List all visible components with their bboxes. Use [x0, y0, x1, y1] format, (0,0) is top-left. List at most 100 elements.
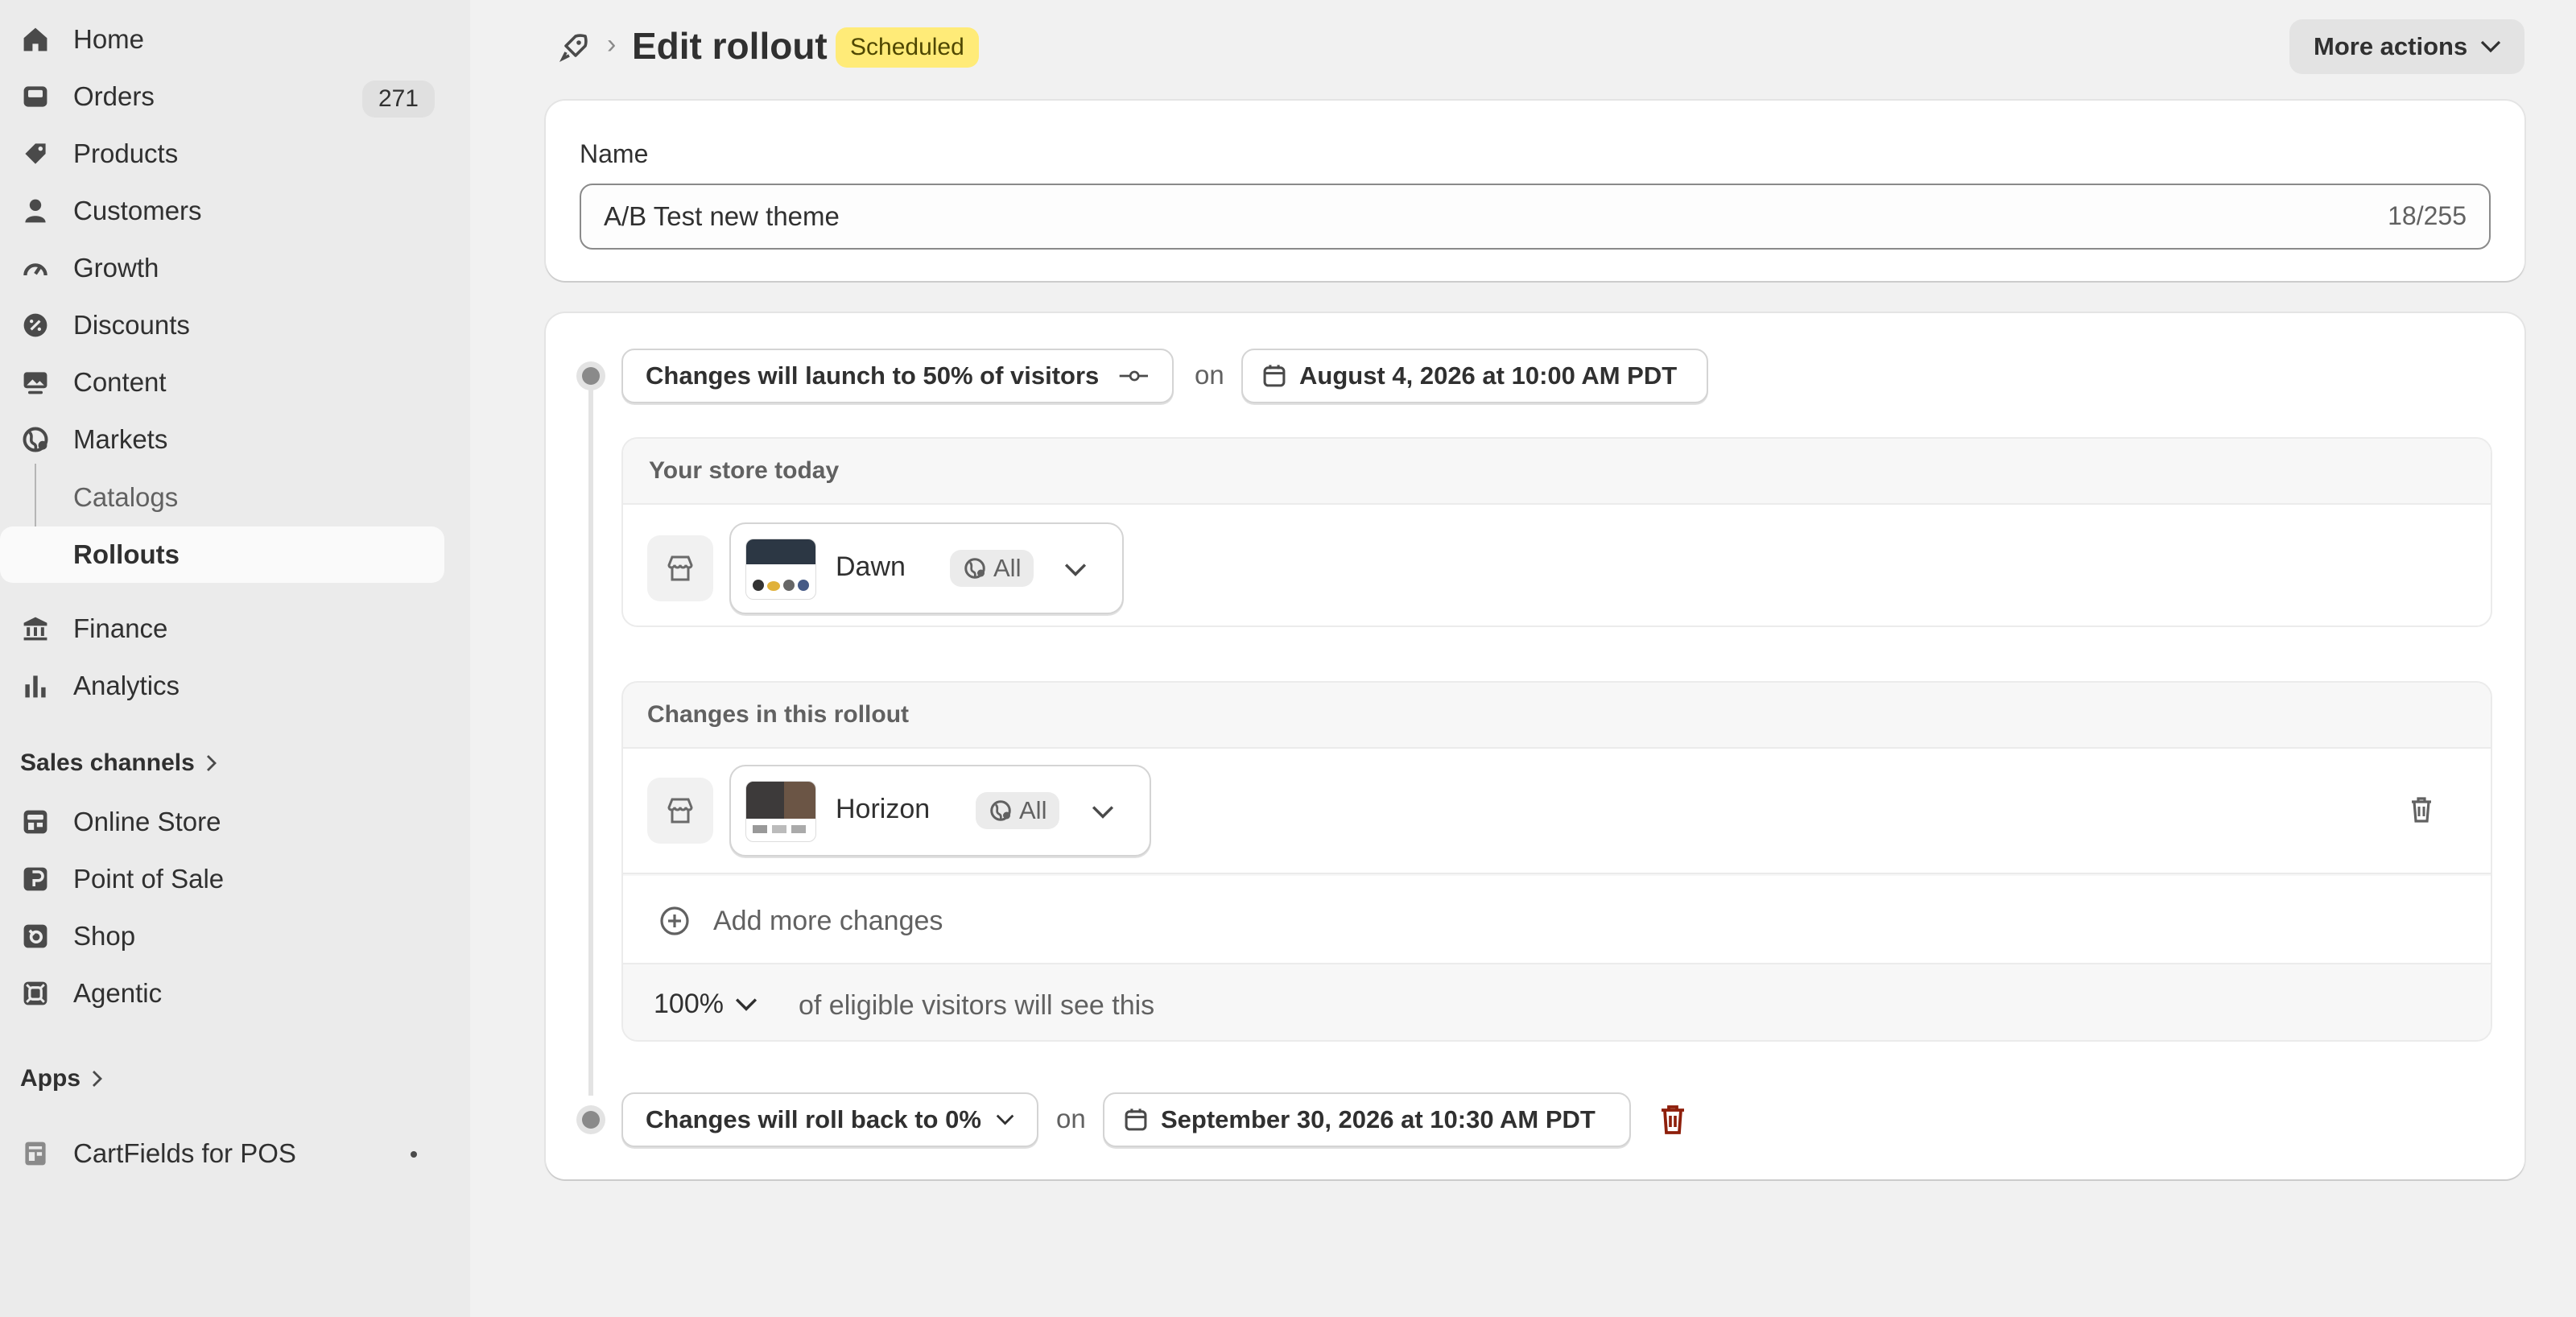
sidebar-item-label: Rollouts: [73, 539, 180, 569]
new-theme-name: Horizon: [836, 794, 931, 824]
timeline-line: [588, 374, 593, 1096]
inbox-icon: [23, 86, 47, 107]
sidebar-item-finance[interactable]: Finance: [0, 601, 444, 657]
shop-icon: [23, 924, 47, 948]
sales-channels-heading[interactable]: Sales channels: [20, 749, 217, 777]
store-today-header: Your store today: [623, 439, 2491, 505]
sidebar-item-cartfields[interactable]: CartFields for POS: [0, 1125, 444, 1182]
launch-percentage-button[interactable]: Changes will launch to 50% of visitors: [621, 349, 1174, 403]
sidebar-item-growth[interactable]: Growth: [0, 240, 444, 296]
rocket-icon[interactable]: [558, 31, 590, 64]
horizon-theme-thumbnail: [745, 781, 816, 842]
change-row: Horizon All: [623, 749, 2491, 874]
apps-label: Apps: [20, 1065, 80, 1092]
name-input-value: A/B Test new theme: [604, 201, 840, 231]
breadcrumb-separator: ›: [607, 29, 617, 60]
dawn-theme-thumbnail: [745, 539, 816, 600]
sidebar-item-products[interactable]: Products: [0, 126, 444, 182]
character-count: 18/255: [2388, 201, 2467, 230]
launch-date: August 4, 2026 at 10:00 AM PDT: [1299, 361, 1678, 390]
new-theme-pill[interactable]: Horizon All: [729, 765, 1151, 857]
current-theme-name: Dawn: [836, 551, 906, 582]
sidebar-item-label: Shop: [73, 921, 136, 951]
sidebar-item-orders[interactable]: Orders 271: [0, 68, 444, 125]
sidebar-item-label: Growth: [73, 253, 159, 283]
delete-rollback-icon[interactable]: [1657, 1102, 1689, 1137]
launch-date-button[interactable]: August 4, 2026 at 10:00 AM PDT: [1241, 349, 1708, 403]
sidebar-item-rollouts[interactable]: Rollouts: [0, 526, 444, 583]
sidebar-item-shop[interactable]: Shop: [0, 908, 444, 964]
rollout-card: Changes will launch to 50% of visitors o…: [546, 313, 2524, 1179]
main-content: › Edit rollout Scheduled More actions Na…: [470, 0, 2576, 1317]
person-icon: [25, 199, 46, 223]
sidebar-item-label: Customers: [73, 196, 202, 225]
current-theme-pill[interactable]: Dawn All: [729, 522, 1124, 614]
add-more-changes-row[interactable]: Add more changes: [623, 876, 2491, 964]
store-icon-tile: [647, 778, 713, 844]
globe-icon: [964, 558, 985, 579]
sidebar: Home Orders 271 Products Customers Growt…: [0, 0, 470, 1317]
sidebar-item-label: Point of Sale: [73, 864, 225, 894]
timeline-node: [576, 361, 605, 390]
store-icon: [23, 810, 47, 834]
store-today-title: Your store today: [649, 457, 840, 484]
chevron-down-icon: [735, 997, 758, 1011]
rollback-date: September 30, 2026 at 10:30 AM PDT: [1161, 1105, 1596, 1133]
gauge-icon: [23, 263, 47, 276]
sidebar-item-agentic[interactable]: Agentic: [0, 965, 444, 1022]
sales-channels-label: Sales channels: [20, 749, 195, 776]
sidebar-item-content[interactable]: Content: [0, 354, 444, 411]
changes-title: Changes in this rollout: [647, 701, 910, 728]
region-chip: All: [950, 550, 1034, 587]
sidebar-item-label: Products: [73, 138, 179, 168]
image-icon: [23, 372, 47, 394]
sidebar-item-catalogs[interactable]: Catalogs: [0, 469, 444, 526]
sidebar-item-label: Catalogs: [73, 482, 179, 512]
bar-chart-icon: [25, 675, 46, 698]
globe-icon: [990, 800, 1011, 821]
home-icon: [23, 27, 47, 52]
sidebar-item-label: Finance: [73, 613, 168, 643]
chevron-down-icon: [2481, 40, 2501, 53]
sidebar-item-customers[interactable]: Customers: [0, 183, 444, 239]
region-label: All: [1019, 796, 1047, 824]
changes-header: Changes in this rollout: [623, 683, 2491, 749]
sidebar-item-label: Home: [73, 24, 145, 54]
percent-selector[interactable]: 100%: [654, 989, 758, 1020]
name-input[interactable]: A/B Test new theme 18/255: [580, 184, 2491, 250]
sidebar-item-discounts[interactable]: Discounts: [0, 297, 444, 353]
plus-circle-icon: [660, 906, 689, 935]
sidebar-item-home[interactable]: Home: [0, 11, 444, 68]
chevron-down-icon: [1092, 806, 1114, 819]
globe-icon: [23, 427, 48, 452]
sidebar-item-markets[interactable]: Markets: [0, 411, 444, 468]
chevron-down-icon: [1064, 564, 1087, 576]
sidebar-item-point-of-sale[interactable]: Point of Sale: [0, 851, 444, 907]
agentic-icon: [23, 981, 47, 1005]
sidebar-item-label: Content: [73, 367, 167, 397]
rollback-percentage-button[interactable]: Changes will roll back to 0%: [621, 1092, 1038, 1147]
sidebar-item-label: Online Store: [73, 807, 221, 836]
discount-icon: [23, 313, 47, 337]
timeline-node: [576, 1105, 605, 1134]
slider-icon: [1119, 370, 1149, 382]
rollback-label: Changes will roll back to 0%: [646, 1105, 981, 1133]
tag-icon: [25, 143, 46, 164]
rollback-date-button[interactable]: September 30, 2026 at 10:30 AM PDT: [1103, 1092, 1631, 1147]
percent-value: 100%: [654, 989, 724, 1019]
chevron-down-icon: [996, 1114, 1014, 1125]
apps-heading[interactable]: Apps: [20, 1065, 103, 1092]
delete-change-icon[interactable]: [2405, 794, 2438, 826]
calendar-icon: [1263, 365, 1286, 387]
status-badge: Scheduled: [836, 27, 979, 68]
sidebar-item-label: Markets: [73, 424, 168, 454]
more-actions-button[interactable]: More actions: [2289, 19, 2524, 74]
sidebar-item-analytics[interactable]: Analytics: [0, 658, 444, 714]
region-label: All: [993, 554, 1022, 582]
sidebar-item-label: Orders: [73, 81, 155, 111]
on-label: on: [1195, 360, 1224, 390]
sidebar-item-online-store[interactable]: Online Store: [0, 794, 444, 850]
sidebar-item-label: Discounts: [73, 310, 190, 340]
unread-dot: [411, 1151, 417, 1158]
add-more-changes-label: Add more changes: [713, 906, 943, 936]
